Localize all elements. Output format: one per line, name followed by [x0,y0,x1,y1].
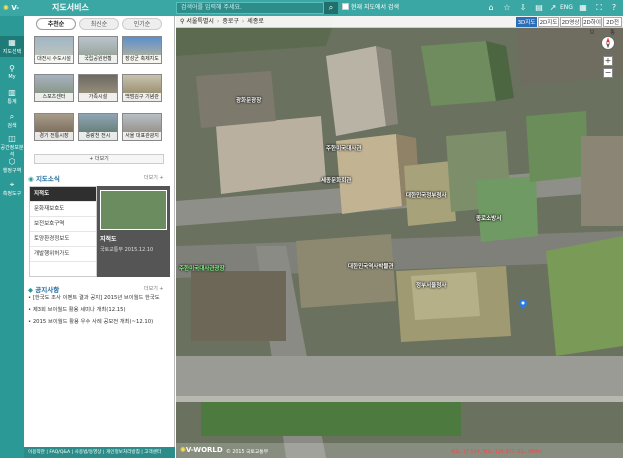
vworld-logo[interactable]: ✺ V-WORLD [3,2,47,24]
map-thumbnail[interactable]: 대전시 수도시설 [34,36,74,64]
map-label[interactable]: 정부서울청사 [416,281,446,289]
breadcrumb-item[interactable]: 서울특별시 [186,18,214,25]
analysis-icon: ◫ [8,134,16,143]
breadcrumb-item[interactable]: 세종로 [247,18,264,25]
app-title: 지도서비스 [52,3,89,12]
search-icon: ⌕ [328,3,334,12]
nav-analysis[interactable]: ◫ 공간정보분석 [0,132,24,158]
map-thumbnail[interactable]: 장성군 축제지도 [122,36,162,64]
map-copyright: © 2015 국토교통부 [226,450,269,455]
print-icon[interactable]: ▤ [534,3,544,13]
stats-icon: ▥ [8,88,16,97]
view-mode-3d[interactable]: 3D지도 [516,17,537,27]
news-item[interactable]: 지적도 [30,187,96,202]
map-label[interactable]: 세종문화회관 [321,176,351,184]
nav-map-select[interactable]: ▦ 지도선택 [0,36,24,57]
map-thumbnail[interactable]: 경기 전통시장 [34,113,74,141]
map-thumbnail[interactable]: 스포츠센터 [34,74,74,102]
person-icon: ⚲ [9,64,15,73]
region-icon: ⬡ [8,157,16,166]
view-mode-2d-image[interactable]: 2D영상 [560,17,581,27]
map-label[interactable]: 주한미국대사관 [326,144,361,152]
left-panel: 추천순 최신순 인기순 대전시 수도시설 국립공원현황 장성군 축제지도 스포츠… [24,16,175,458]
map-thumbnail[interactable]: 서울 대표관광지 [122,113,162,141]
tab-recommended[interactable]: 추천순 [36,18,76,30]
nav-region[interactable]: ⬡ 행정구역 [0,155,24,176]
map-thumbnail[interactable]: 중랑천 전시 [78,113,118,141]
nav-stats[interactable]: ▥ 통계 [0,86,24,107]
view-mode-2d-traditional[interactable]: 2D전통 [603,17,622,36]
notice-more-link[interactable]: 더보기 + [144,285,164,292]
coordinate-readout: 위도: 37.574, 경도: 126.977 고도: 480m [451,450,542,455]
map-thumbnail[interactable]: 가족시설 [78,74,118,102]
map-label[interactable]: 대한민국역사박물관 [348,262,394,270]
location-marker-icon[interactable] [519,299,527,309]
tab-latest[interactable]: 최신순 [79,18,119,30]
search-button[interactable]: ⌕ [324,2,338,14]
left-nav: ▦ 지도선택 ⚲ My ▥ 통계 ⌕ 검색 ◫ 공간정보분석 ⬡ 행정구역 ⌖ 측정도구 [0,16,24,458]
news-card-subtitle: 국토교통부 2015.12.10 [100,247,154,253]
search-icon: ⌕ [9,112,15,121]
help-icon[interactable]: ? [609,3,619,13]
map-label[interactable]: 종로소방서 [476,214,501,222]
language-toggle[interactable]: ENG [560,3,573,13]
top-bar: ✺ V-WORLD 지도서비스 검색어를 입력해 주세요. ⌕ 현재 지도에서 … [0,0,623,24]
aerial-3d-map [176,16,623,458]
bookmark-icon[interactable]: ☆ [502,3,512,13]
news-item[interactable]: 개발행위허가도 [30,247,96,262]
fullscreen-icon[interactable]: ⛶ [594,3,604,13]
view-mode-2d-hybrid[interactable]: 2D하이브 [582,17,602,36]
download-icon[interactable]: ⇩ [518,3,528,13]
map-label[interactable]: 주한미국대사관광장 [179,264,225,272]
news-list: 지적도 문화재보호도 보전보호구역 토양환경정보도 개발행위허가도 [29,186,97,277]
view-mode-2d[interactable]: 2D지도 [538,17,559,27]
checkbox-icon [342,3,349,10]
map-view[interactable]: ⚲ 서울특별시 › 중로구 › 세종로 3D지도 2D지도 2D영상 2D하이브 2D전… [176,16,623,458]
map-thumbnail[interactable]: 백범김구 기념관 [122,74,162,102]
measure-icon: ⌖ [9,180,15,189]
pin-icon: ◉ [28,175,36,183]
news-card-title: 지적도 [100,236,117,243]
notice-item[interactable]: • [한국도 조사 이벤트 결과 공지] 2015년 브이월드 한국도 [28,294,170,302]
news-more-link[interactable]: 더보기 + [144,174,164,181]
map-label[interactable]: 대한민국정부청사 [406,191,446,199]
search-input[interactable]: 검색어를 입력해 주세요. [176,2,324,14]
news-section-title: ◉ 지도소식 [28,175,60,183]
news-item[interactable]: 문화재보호도 [30,202,96,217]
vworld-brand: ✺V-WORLD [180,446,223,454]
map-thumbnail[interactable]: 국립공원현황 [78,36,118,64]
more-maps-button[interactable]: + 더보기 [34,154,164,164]
footer-links[interactable]: 이용약관 | FAQ/Q&A | 사용법/동영상 | 개인정보처리방침 | 고객… [24,447,175,458]
nav-search[interactable]: ⌕ 검색 [0,110,24,131]
compass-icon[interactable] [601,36,615,50]
map-label[interactable]: 광화문광장 [236,96,261,104]
tab-popular[interactable]: 인기순 [122,18,162,30]
news-item[interactable]: 보전보호구역 [30,217,96,232]
sort-tabs: 추천순 최신순 인기순 [30,18,170,30]
notice-section-title: ◆ 공지사항 [28,286,60,294]
news-card[interactable]: 지적도 국토교통부 2015.12.10 [97,186,170,277]
map-select-icon: ▦ [8,38,16,47]
zoom-out-button[interactable]: − [603,68,613,78]
home-icon[interactable]: ⌂ [486,3,496,13]
grid-icon[interactable]: ▦ [578,3,588,13]
news-item[interactable]: 토양환경정보도 [30,232,96,247]
notice-item[interactable]: • 2015 브이월드 활용 우수 사례 공모전 개최(~12.10) [28,318,170,326]
notice-item[interactable]: • 제3회 브이월드 활용 세미나 개최(12.15) [28,306,170,314]
search-in-map-checkbox[interactable]: 현재 지도에서 검색 [342,3,399,13]
nav-measure[interactable]: ⌖ 측정도구 [0,178,24,199]
news-card-image [100,190,167,230]
nav-my[interactable]: ⚲ My [0,62,24,83]
zoom-in-button[interactable]: + [603,56,613,66]
share-icon[interactable]: ↗ [548,3,558,13]
breadcrumb-item[interactable]: 중로구 [222,18,239,25]
